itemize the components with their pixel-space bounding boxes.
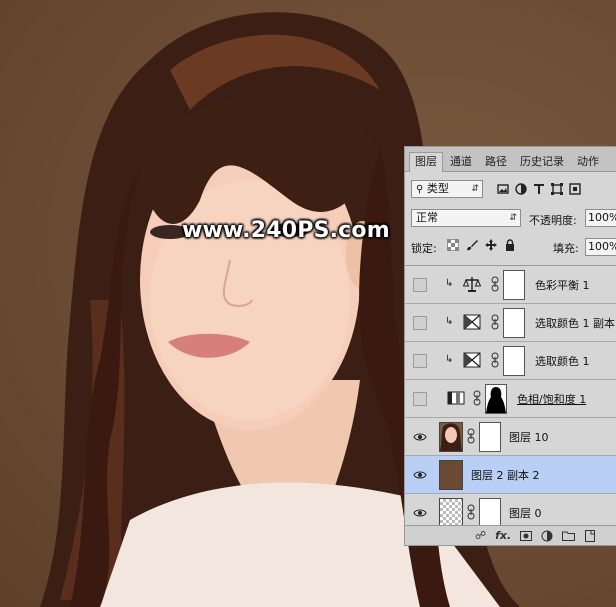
filter-value: 类型: [426, 182, 449, 195]
opacity-label: 不透明度:: [529, 214, 577, 227]
lock-brush-icon[interactable]: [466, 239, 478, 251]
layer-list: ↳ 色彩平衡 1 ↳ 选取颜色 1 副本 ↳ 选取颜色 1 色相/饱和度 1 图…: [405, 265, 616, 528]
layers-panel: 图层 通道 路径 历史记录 动作 ⚲ 类型 ⇵ 正常 ⇵ 不透明度: 100% …: [404, 146, 616, 546]
adjustment-filter-icon[interactable]: [515, 183, 527, 195]
fill-input[interactable]: 100%: [585, 238, 616, 256]
image-filter-icon[interactable]: [497, 183, 509, 195]
visibility-toggle[interactable]: [413, 278, 427, 292]
chain-link-icon[interactable]: [491, 314, 499, 330]
folder-icon[interactable]: [562, 530, 576, 542]
tab-channels[interactable]: 通道: [444, 152, 478, 171]
layer-row[interactable]: ↳ 色彩平衡 1: [405, 266, 616, 304]
layer-mask-thumbnail[interactable]: [479, 422, 501, 452]
chain-link-icon[interactable]: [473, 390, 481, 406]
layer-filter-select[interactable]: ⚲ 类型 ⇵: [411, 180, 483, 198]
layer-row[interactable]: 图层 10: [405, 418, 616, 456]
clipping-arrow-icon: ↳: [445, 354, 454, 365]
panel-bottom-toolbar: ☍ fx.: [405, 525, 616, 545]
selective-color-icon: [463, 314, 481, 330]
tab-layers[interactable]: 图层: [409, 152, 443, 172]
blend-mode-value: 正常: [416, 211, 438, 224]
tab-actions[interactable]: 动作: [571, 152, 605, 171]
eye-icon[interactable]: [413, 468, 427, 482]
lock-move-icon[interactable]: [485, 239, 497, 251]
fill-label: 填充:: [553, 242, 579, 255]
clipping-arrow-icon: ↳: [445, 316, 454, 327]
portrait-thumbnail: [440, 423, 462, 451]
visibility-toggle[interactable]: [413, 316, 427, 330]
chain-link-icon[interactable]: [467, 504, 475, 520]
layer-mask-thumbnail[interactable]: [503, 270, 525, 300]
layer-mask-thumbnail[interactable]: [485, 384, 507, 414]
clipping-arrow-icon: ↳: [445, 278, 454, 289]
layer-row-selected[interactable]: 图层 2 副本 2: [405, 456, 616, 494]
layer-thumbnail[interactable]: [439, 498, 463, 528]
selective-color-icon: [463, 352, 481, 368]
layer-name[interactable]: 图层 2 副本 2: [471, 467, 540, 483]
layer-name[interactable]: 色彩平衡 1: [535, 277, 590, 293]
layer-name[interactable]: 选取颜色 1 副本: [535, 315, 615, 331]
blend-row: 正常 ⇵ 不透明度: 100%: [405, 209, 616, 229]
filter-icons: [497, 183, 581, 195]
layer-name[interactable]: 色相/饱和度 1: [517, 391, 586, 407]
adjustment-icon[interactable]: [541, 530, 553, 542]
lock-label: 锁定:: [411, 242, 437, 255]
lock-transparent-icon[interactable]: [447, 239, 459, 251]
lock-all-icon[interactable]: [504, 239, 516, 251]
new-layer-icon[interactable]: [584, 529, 596, 542]
tab-paths[interactable]: 路径: [479, 152, 513, 171]
layer-mask-thumbnail[interactable]: [503, 346, 525, 376]
chain-link-icon[interactable]: [491, 352, 499, 368]
chain-link-icon[interactable]: [491, 276, 499, 292]
lock-row: 锁定: 填充: 100%: [405, 238, 616, 258]
hue-saturation-icon: [447, 391, 465, 405]
layer-row[interactable]: ↳ 选取颜色 1: [405, 342, 616, 380]
layer-row[interactable]: ↳ 选取颜色 1 副本: [405, 304, 616, 342]
opacity-input[interactable]: 100%: [585, 209, 616, 227]
filter-row: ⚲ 类型 ⇵: [405, 180, 616, 200]
lock-icons: [447, 238, 516, 252]
watermark-text: www.240PS.com: [182, 218, 390, 243]
link-icon[interactable]: ☍: [475, 529, 486, 542]
chevron-updown-icon: ⇵: [509, 213, 517, 223]
mask-icon[interactable]: [520, 530, 533, 542]
layer-mask-thumbnail[interactable]: [479, 498, 501, 528]
visibility-toggle[interactable]: [413, 392, 427, 406]
visibility-toggle[interactable]: [413, 354, 427, 368]
blend-mode-select[interactable]: 正常 ⇵: [411, 209, 521, 227]
balance-icon: [463, 277, 481, 292]
mask-silhouette: [486, 387, 506, 413]
layer-name[interactable]: 选取颜色 1: [535, 353, 590, 369]
chain-link-icon[interactable]: [467, 428, 475, 444]
chevron-updown-icon: ⇵: [471, 184, 479, 194]
layer-row[interactable]: 图层 0: [405, 494, 616, 528]
layer-name[interactable]: 图层 0: [509, 505, 542, 521]
type-filter-icon[interactable]: [533, 183, 545, 195]
eye-icon[interactable]: [413, 430, 427, 444]
search-icon: ⚲: [416, 184, 424, 195]
smart-object-filter-icon[interactable]: [569, 183, 581, 195]
layer-mask-thumbnail[interactable]: [503, 308, 525, 338]
tab-history[interactable]: 历史记录: [514, 152, 570, 171]
fx-icon[interactable]: fx.: [495, 529, 511, 542]
shape-filter-icon[interactable]: [551, 183, 563, 195]
color-fill-thumbnail[interactable]: [439, 460, 463, 490]
panel-tabs: 图层 通道 路径 历史记录 动作: [405, 147, 616, 172]
layer-name[interactable]: 图层 10: [509, 429, 549, 445]
layer-thumbnail[interactable]: [439, 422, 463, 452]
layer-row[interactable]: 色相/饱和度 1: [405, 380, 616, 418]
eye-icon[interactable]: [413, 506, 427, 520]
